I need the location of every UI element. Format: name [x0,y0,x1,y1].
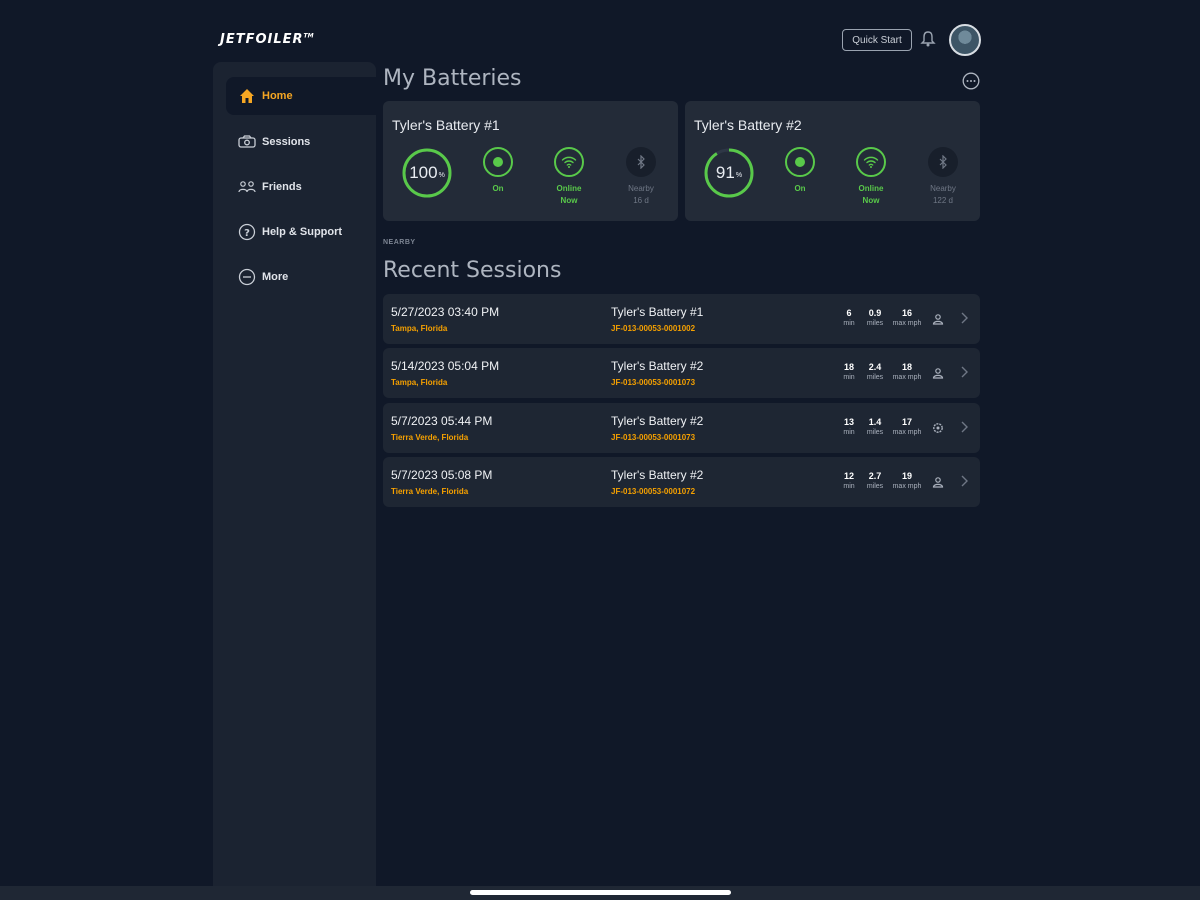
battery-card[interactable]: Tyler's Battery #1 100% On Online Now Nea… [383,101,678,221]
home-indicator[interactable] [470,890,731,895]
more-icon [238,268,256,286]
session-metric-distance: 1.4 miles [866,417,884,436]
power-on-icon [483,147,513,177]
session-metric-distance: 0.9 miles [866,308,884,327]
avatar[interactable] [949,24,981,56]
power-label: On [794,184,806,193]
connectivity-status: Online Now [544,147,594,207]
connectivity-label: Online Now [556,184,582,205]
svg-text:?: ? [244,228,250,239]
bell-icon[interactable] [920,30,936,48]
bluetooth-icon [626,147,656,177]
friends-icon [238,178,256,196]
sidebar-item-label: Home [262,90,293,102]
session-metric-time: 6 min [843,308,855,327]
sidebar-item-friends[interactable]: Friends [226,168,376,206]
session-metric-speed: 17 max mph [892,417,922,436]
wifi-icon [554,147,584,177]
charge-readout: 100% [409,163,445,182]
session-serial: JF-013-00053-0001073 [611,378,696,387]
bluetooth-icon [928,147,958,177]
sidebar-item-help-support[interactable]: ? Help & Support [226,213,376,251]
session-metric-speed: 19 max mph [892,471,922,490]
session-metric-distance: 2.7 miles [866,471,884,490]
battery-name: Tyler's Battery #2 [694,117,802,133]
sessions-icon [238,133,256,151]
sidebar-item-label: Help & Support [262,226,343,238]
session-metric-time: 12 min [843,471,855,490]
battery-name: Tyler's Battery #1 [392,117,500,133]
nearby-section-label: NEARBY [383,239,416,246]
session-row[interactable]: 5/7/2023 05:44 PM Tierra Verde, Florida Ty… [383,403,980,453]
session-date: 5/14/2023 05:04 PM [391,359,500,373]
gear-icon [932,421,944,433]
person-icon [932,366,944,379]
nearby-label: Nearby 122 d [930,184,956,205]
battery-card[interactable]: Tyler's Battery #2 91% On Online Now Near… [685,101,980,221]
chevron-right-icon[interactable] [959,365,969,379]
bluetooth-status: Nearby 16 d [616,147,666,207]
my-batteries-title: My Batteries [383,66,522,91]
sidebar-item-label: Friends [262,181,302,193]
session-battery-name: Tyler's Battery #1 [611,305,704,319]
session-metric-speed: 18 max mph [892,362,922,381]
sidebar-item-label: Sessions [262,136,311,148]
sidebar: Home Sessions Friends ? Help & Support M… [213,62,376,886]
session-date: 5/7/2023 05:08 PM [391,468,493,482]
session-location: Tierra Verde, Florida [391,433,469,442]
wifi-icon [856,147,886,177]
power-label: On [492,184,504,193]
session-location: Tampa, Florida [391,324,448,333]
session-serial: JF-013-00053-0001002 [611,324,696,333]
session-serial: JF-013-00053-0001072 [611,487,696,496]
chevron-right-icon[interactable] [959,474,969,488]
sidebar-item-more[interactable]: More [226,258,376,296]
sidebar-item-sessions[interactable]: Sessions [226,123,376,161]
session-metric-speed: 16 max mph [892,308,922,327]
sidebar-item-home[interactable]: Home [226,77,376,115]
connectivity-label: Online Now [858,184,884,205]
session-serial: JF-013-00053-0001073 [611,433,696,442]
sidebar-item-label: More [262,271,289,283]
recent-sessions-title: Recent Sessions [383,258,562,283]
home-icon [238,87,256,105]
chevron-right-icon[interactable] [959,420,969,434]
help-icon: ? [238,223,256,241]
person-icon [932,475,944,488]
session-battery-name: Tyler's Battery #2 [611,468,704,482]
power-status: On [473,147,523,195]
session-battery-name: Tyler's Battery #2 [611,359,704,373]
power-on-icon [785,147,815,177]
session-metric-time: 13 min [843,417,855,436]
session-location: Tampa, Florida [391,378,448,387]
person-icon [932,312,944,325]
session-metric-distance: 2.4 miles [866,362,884,381]
session-row[interactable]: 5/7/2023 05:08 PM Tierra Verde, Florida Ty… [383,457,980,507]
session-battery-name: Tyler's Battery #2 [611,414,704,428]
jetfoiler-logo: JETFOILERTM [220,32,314,47]
more-options-icon[interactable] [962,72,980,90]
session-row[interactable]: 5/14/2023 05:04 PM Tampa, Florida Tyler's … [383,348,980,398]
connectivity-status: Online Now [846,147,896,207]
session-date: 5/7/2023 05:44 PM [391,414,493,428]
bluetooth-status: Nearby 122 d [918,147,968,207]
session-metric-time: 18 min [843,362,855,381]
power-status: On [775,147,825,195]
session-location: Tierra Verde, Florida [391,487,469,496]
session-date: 5/27/2023 03:40 PM [391,305,500,319]
quick-start-button[interactable]: Quick Start [842,29,912,51]
chevron-right-icon[interactable] [959,311,969,325]
nearby-label: Nearby 16 d [628,184,654,205]
session-row[interactable]: 5/27/2023 03:40 PM Tampa, Florida Tyler's … [383,294,980,344]
charge-readout: 91% [715,163,743,182]
